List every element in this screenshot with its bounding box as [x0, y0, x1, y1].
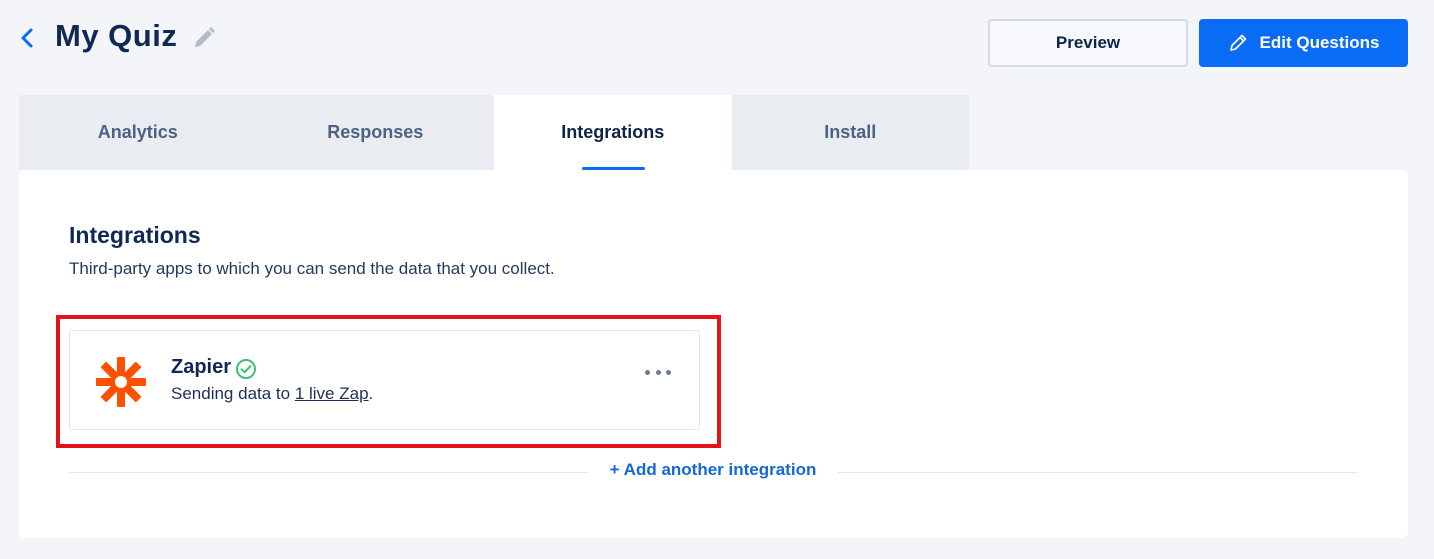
tab-bar: Analytics Responses Integrations Install: [19, 95, 969, 170]
preview-button[interactable]: Preview: [988, 19, 1188, 67]
edit-questions-label: Edit Questions: [1259, 33, 1380, 52]
section-title: Integrations: [69, 222, 201, 248]
header: My Quiz Preview Edit Questions: [0, 0, 1434, 90]
status-prefix: Sending data to: [171, 384, 295, 403]
page-title: My Quiz: [55, 18, 178, 53]
more-options-icon[interactable]: [645, 365, 671, 379]
edit-questions-button[interactable]: Edit Questions: [1199, 19, 1408, 67]
integrations-panel: Integrations Third-party apps to which y…: [19, 170, 1408, 538]
integration-name: Zapier: [171, 356, 232, 378]
tab-analytics[interactable]: Analytics: [19, 95, 257, 170]
tab-install[interactable]: Install: [731, 95, 969, 170]
back-icon[interactable]: [16, 24, 38, 52]
section-description: Third-party apps to which you can send t…: [69, 259, 555, 278]
add-integration-link[interactable]: + Add another integration: [587, 460, 839, 479]
status-suffix: .: [368, 384, 374, 403]
integration-card-zapier[interactable]: Zapier Sending data to 1 live Zap.: [69, 330, 700, 430]
check-circle-icon: [235, 358, 257, 380]
pencil-outline-icon: [1229, 34, 1246, 51]
zapier-logo-icon: [96, 357, 146, 407]
tab-integrations[interactable]: Integrations: [494, 95, 732, 170]
tab-responses[interactable]: Responses: [256, 95, 494, 170]
integration-status: Sending data to 1 live Zap.: [171, 384, 373, 404]
pencil-icon[interactable]: [191, 25, 217, 51]
add-integration-row: + Add another integration: [69, 460, 1357, 480]
live-zap-link[interactable]: 1 live Zap: [295, 384, 369, 403]
